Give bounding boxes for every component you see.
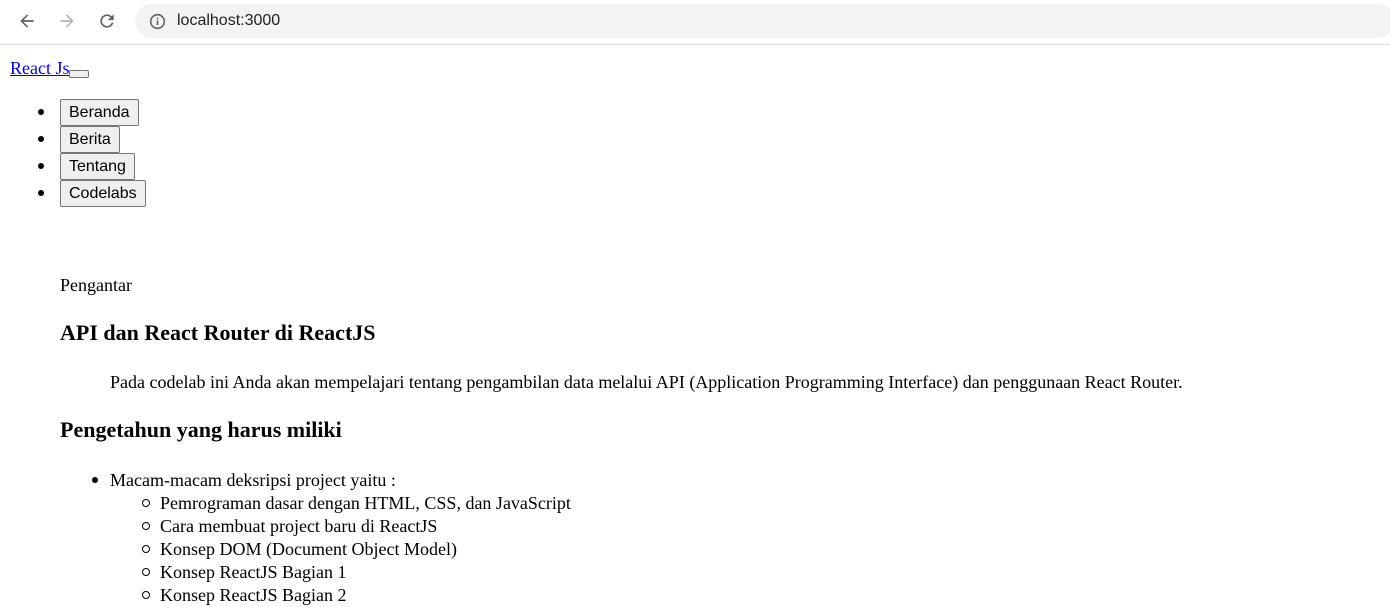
sub-list: Pemrograman dasar dengan HTML, CSS, dan … [110,492,571,607]
url-text: localhost:3000 [177,12,281,29]
navbar-brand-row: React Js [10,57,90,79]
nav-item: Berita [38,126,146,153]
nav-button-berita[interactable]: Berita [60,126,120,153]
nav-menu: Beranda Berita Tentang Codelabs [38,99,146,207]
nav-button-tentang[interactable]: Tentang [60,153,135,180]
list-item: Pemrograman dasar dengan HTML, CSS, dan … [142,493,571,513]
forward-button[interactable] [53,7,81,35]
page-title: API dan React Router di ReactJS [60,320,376,345]
brand-link[interactable]: React Js [10,57,69,79]
list-intro: Macam-macam deksripsi project yaitu : [110,470,396,490]
navbar-toggler-button[interactable] [69,70,90,78]
reload-button[interactable] [93,7,121,35]
section-heading: Pengetahun yang harus miliki [60,417,342,442]
info-icon[interactable] [148,12,166,30]
nav-item: Beranda [38,99,146,126]
list-item: Konsep ReactJS Bagian 1 [142,561,571,584]
nav-item: Codelabs [38,180,146,207]
arrow-left-icon [20,14,34,28]
back-button[interactable] [13,7,41,35]
nav-button-codelabs[interactable]: Codelabs [60,180,146,207]
arrow-right-icon [60,14,74,28]
address-bar[interactable]: localhost:3000 [135,4,1390,38]
page-description: Pada codelab ini Anda akan mempelajari t… [110,372,1183,392]
reload-icon [100,14,114,28]
browser-toolbar: localhost:3000 [0,0,1390,45]
list-item: Macam-macam deksripsi project yaitu : Pe… [92,469,571,607]
section-eyebrow: Pengantar [60,275,132,295]
list-item: Konsep ReactJS Bagian 2 [142,584,571,607]
nav-button-beranda[interactable]: Beranda [60,99,139,126]
nav-item: Tentang [38,153,146,180]
list-item: Cara membuat project baru di ReactJS [142,515,571,538]
list-item: Konsep DOM (Document Object Model) [142,538,571,561]
requirements-list: Macam-macam deksripsi project yaitu : Pe… [92,469,571,607]
